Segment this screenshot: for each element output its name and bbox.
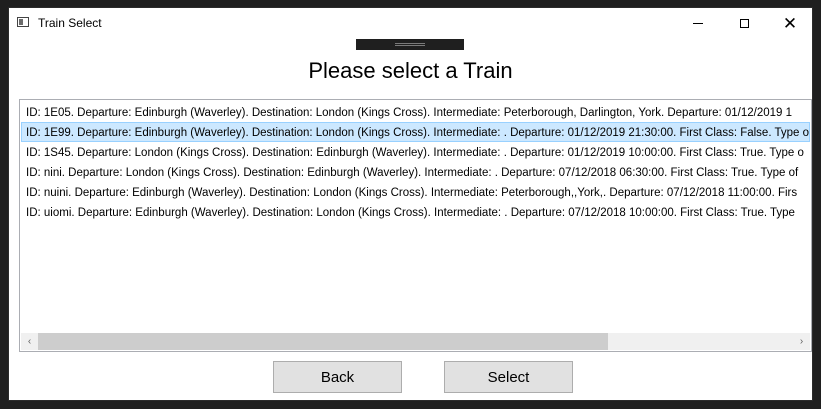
back-button[interactable]: Back <box>273 361 402 393</box>
train-list-item[interactable]: ID: nuini. Departure: Edinburgh (Waverle… <box>21 182 810 202</box>
scroll-right-icon[interactable]: › <box>793 333 810 350</box>
train-list-item[interactable]: ID: uiomi. Departure: Edinburgh (Waverle… <box>21 202 810 222</box>
maximize-icon <box>739 18 749 28</box>
app-window-icon <box>17 17 29 27</box>
train-list-item[interactable]: ID: 1E05. Departure: Edinburgh (Waverley… <box>21 102 810 122</box>
title-bar[interactable]: Train Select ✕ <box>9 8 812 38</box>
train-listbox[interactable]: ID: 1E05. Departure: Edinburgh (Waverley… <box>19 99 812 352</box>
train-select-window: Train Select ✕ Please select a Train ID:… <box>8 7 813 401</box>
close-icon: ✕ <box>782 13 798 33</box>
train-list-item[interactable]: ID: nini. Departure: London (Kings Cross… <box>21 162 810 182</box>
close-button[interactable]: ✕ <box>767 8 813 38</box>
train-list: ID: 1E05. Departure: Edinburgh (Waverley… <box>21 102 810 222</box>
minimize-button[interactable] <box>675 8 721 38</box>
page-heading: Please select a Train <box>308 58 513 83</box>
scroll-left-icon[interactable]: ‹ <box>21 333 38 350</box>
select-button[interactable]: Select <box>444 361 573 393</box>
drag-grip-handle[interactable] <box>356 39 464 50</box>
train-list-item[interactable]: ID: 1S45. Departure: London (Kings Cross… <box>21 142 810 162</box>
maximize-button[interactable] <box>721 8 767 38</box>
minimize-icon <box>693 22 703 24</box>
scrollbar-thumb[interactable] <box>38 333 608 350</box>
train-list-item-selected[interactable]: ID: 1E99. Departure: Edinburgh (Waverley… <box>21 122 810 142</box>
horizontal-scrollbar[interactable]: ‹ › <box>21 333 810 350</box>
window-title: Train Select <box>38 16 102 30</box>
